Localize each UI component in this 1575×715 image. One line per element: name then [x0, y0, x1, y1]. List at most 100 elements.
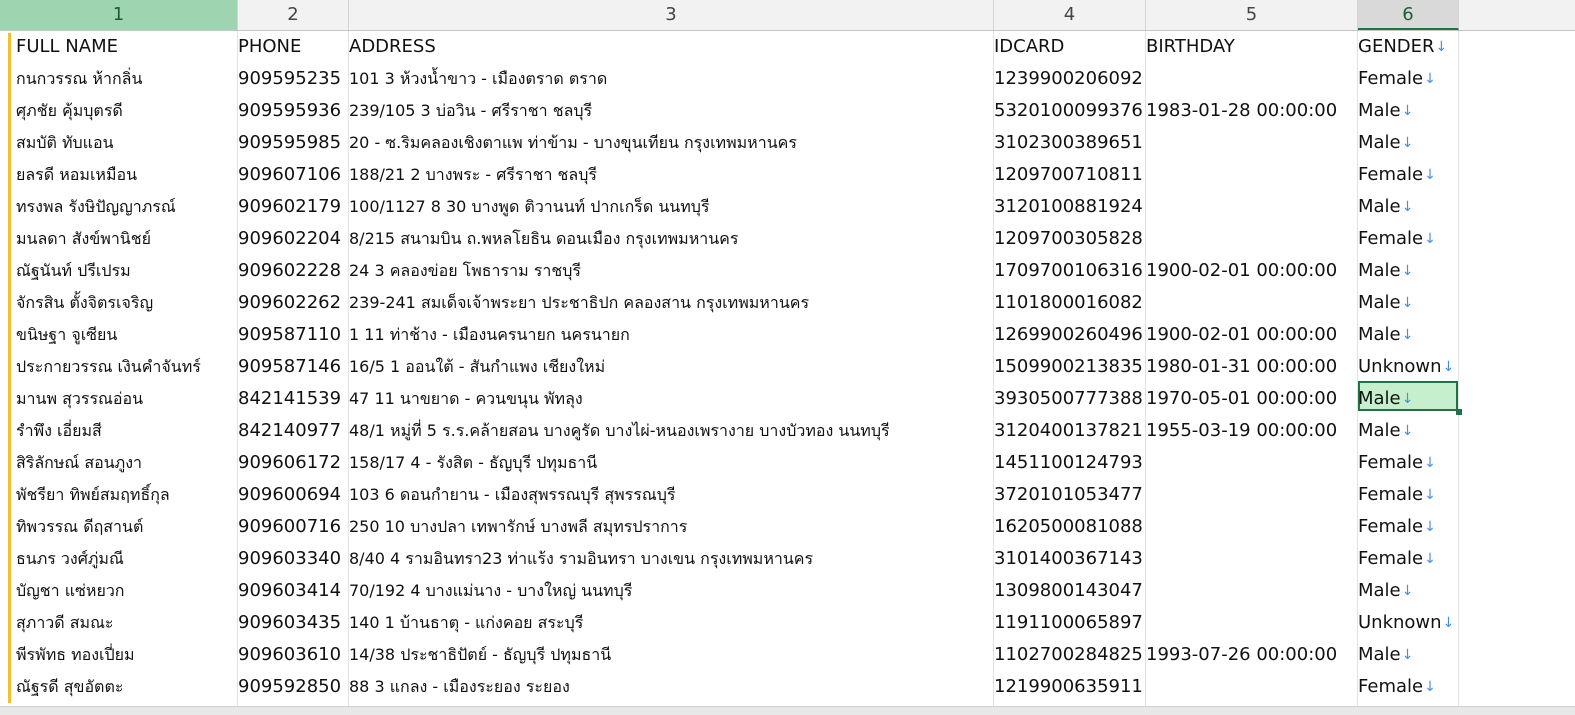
cell-idcard[interactable]: 1709700106316: [990, 255, 1143, 287]
cell-address[interactable]: 48/1 หมู่ที่ 5 ร.ร.คล้ายสอน บางคูรัด บาง…: [345, 415, 890, 447]
down-arrow-icon[interactable]: ↓: [1424, 71, 1436, 87]
cell-phone[interactable]: 909602228: [234, 255, 341, 287]
cell-full-name[interactable]: กนกวรรณ ห้ากลิ่น: [12, 63, 142, 95]
cell-address[interactable]: 70/192 4 บางแม่นาง - บางใหญ่ นนทบุรี: [345, 575, 632, 607]
cell-idcard[interactable]: 3120100881924: [990, 191, 1143, 223]
cell-phone[interactable]: 909603340: [234, 543, 341, 575]
cell-phone[interactable]: 909602204: [234, 223, 341, 255]
cell-phone[interactable]: 909600694: [234, 479, 341, 511]
cell-gender[interactable]: Male↓: [1354, 127, 1460, 159]
cell-phone[interactable]: 909587146: [234, 351, 341, 383]
cell-birthday[interactable]: [1142, 511, 1146, 543]
cell-birthday[interactable]: [1142, 287, 1146, 319]
cell-full-name[interactable]: ศุภชัย คุ้มบุตรดี: [12, 95, 123, 127]
down-arrow-icon[interactable]: ↓: [1424, 455, 1436, 471]
cell-address[interactable]: 101 3 ห้วงน้ำขาว - เมืองตราด ตราด: [345, 63, 607, 95]
cell-address[interactable]: 103 6 ดอนกำยาน - เมืองสุพรรณบุรี สุพรรณบ…: [345, 479, 675, 511]
cell-gender[interactable]: Female↓: [1354, 543, 1460, 575]
header-phone[interactable]: PHONE: [234, 31, 301, 63]
cell-gender[interactable]: Female↓: [1354, 479, 1460, 511]
cell-phone[interactable]: 909587110: [234, 319, 341, 351]
cell-full-name[interactable]: พีรพัทธ ทองเปี่ยม: [12, 639, 135, 671]
cell-gender[interactable]: Unknown↓: [1354, 351, 1460, 383]
cell-address[interactable]: 188/21 2 บางพระ - ศรีราชา ชลบุรี: [345, 159, 597, 191]
down-arrow-icon[interactable]: ↓: [1424, 167, 1436, 183]
cell-gender[interactable]: Male↓: [1354, 95, 1460, 127]
cell-birthday[interactable]: [1142, 159, 1146, 191]
cell-birthday[interactable]: [1142, 447, 1146, 479]
down-arrow-icon[interactable]: ↓: [1402, 391, 1414, 407]
down-arrow-icon[interactable]: ↓: [1402, 327, 1414, 343]
cell-gender[interactable]: Female↓: [1354, 671, 1460, 703]
cell-idcard[interactable]: 3101400367143: [990, 543, 1143, 575]
cell-full-name[interactable]: ทรงพล รังษิปัญญาภรณ์: [12, 191, 176, 223]
down-arrow-icon[interactable]: ↓: [1424, 487, 1436, 503]
cell-birthday[interactable]: 1900-02-01 00:00:00: [1142, 319, 1337, 351]
cell-phone[interactable]: 909592850: [234, 671, 341, 703]
cell-idcard[interactable]: 1509900213835: [990, 351, 1143, 383]
cell-full-name[interactable]: ณัฐนันท์ ปรีเปรม: [12, 255, 131, 287]
cell-phone[interactable]: 909595235: [234, 63, 341, 95]
header-birthday[interactable]: BIRTHDAY: [1142, 31, 1235, 63]
cell-full-name[interactable]: มนลดา สังข์พานิชย์: [12, 223, 151, 255]
down-arrow-icon[interactable]: ↓: [1402, 423, 1414, 439]
cell-address[interactable]: 140 1 บ้านธาตุ - แก่งคอย สระบุรี: [345, 607, 583, 639]
cell-gender[interactable]: Male↓: [1354, 319, 1460, 351]
cell-idcard[interactable]: 3720101053477: [990, 479, 1143, 511]
cell-address[interactable]: 14/38 ประชาธิปัตย์ - ธัญบุรี ปทุมธานี: [345, 639, 611, 671]
cell-phone[interactable]: 909595985: [234, 127, 341, 159]
cell-gender[interactable]: Male↓: [1354, 415, 1460, 447]
cell-phone[interactable]: 909603610: [234, 639, 341, 671]
cell-full-name[interactable]: ขนิษฐา จูเซียน: [12, 319, 117, 351]
cell-gender[interactable]: Male↓: [1354, 287, 1460, 319]
cell-full-name[interactable]: มานพ สุวรรณอ่อน: [12, 383, 143, 415]
cell-full-name[interactable]: ณัฐรดี สุขอัตตะ: [12, 671, 123, 703]
cell-phone[interactable]: 909602262: [234, 287, 341, 319]
down-arrow-icon[interactable]: ↓: [1402, 263, 1414, 279]
cell-idcard[interactable]: 1451100124793: [990, 447, 1143, 479]
cell-phone[interactable]: 909603435: [234, 607, 341, 639]
cell-gender[interactable]: Male↓: [1354, 255, 1460, 287]
column-header-4[interactable]: 4: [994, 0, 1146, 30]
down-arrow-icon[interactable]: ↓: [1402, 295, 1414, 311]
cell-birthday[interactable]: [1142, 671, 1146, 703]
down-arrow-icon[interactable]: ↓: [1424, 551, 1436, 567]
header-address[interactable]: ADDRESS: [345, 31, 436, 63]
cell-phone[interactable]: 909607106: [234, 159, 341, 191]
cell-address[interactable]: 88 3 แกลง - เมืองระยอง ระยอง: [345, 671, 570, 703]
cell-gender[interactable]: Male↓: [1354, 575, 1460, 607]
cell-birthday[interactable]: [1142, 543, 1146, 575]
cell-gender[interactable]: Female↓: [1354, 159, 1460, 191]
cell-idcard[interactable]: 1239900206092: [990, 63, 1143, 95]
cell-full-name[interactable]: ยลรดี หอมเหมือน: [12, 159, 137, 191]
cell-idcard[interactable]: 1219900635911: [990, 671, 1143, 703]
cell-idcard[interactable]: 1309800143047: [990, 575, 1143, 607]
cell-idcard[interactable]: 3102300389651: [990, 127, 1143, 159]
cell-phone[interactable]: 909603414: [234, 575, 341, 607]
cell-idcard[interactable]: 1269900260496: [990, 319, 1143, 351]
cell-phone[interactable]: 909595936: [234, 95, 341, 127]
column-header-6[interactable]: 6: [1358, 0, 1459, 30]
cell-gender[interactable]: Female↓: [1354, 63, 1460, 95]
cell-address[interactable]: 24 3 คลองข่อย โพธาราม ราชบุรี: [345, 255, 581, 287]
cell-address[interactable]: 158/17 4 - รังสิต - ธัญบุรี ปทุมธานี: [345, 447, 597, 479]
cell-address[interactable]: 8/40 4 รามอินทรา23 ท่าแร้ง รามอินทรา บาง…: [345, 543, 813, 575]
cell-full-name[interactable]: ประกายวรรณ เงินคำจันทร์: [12, 351, 201, 383]
cell-idcard[interactable]: 1620500081088: [990, 511, 1143, 543]
down-arrow-icon[interactable]: ↓: [1443, 359, 1455, 375]
cell-full-name[interactable]: พัชรียา ทิพย์สมฤทธิ์กุล: [12, 479, 170, 511]
header-idcard[interactable]: IDCARD: [990, 31, 1064, 63]
cell-idcard[interactable]: 1209700305828: [990, 223, 1143, 255]
down-arrow-icon[interactable]: ↓: [1402, 647, 1414, 663]
cell-address[interactable]: 8/215 สนามบิน ถ.พหลโยธิน ดอนเมือง กรุงเท…: [345, 223, 738, 255]
cell-birthday[interactable]: 1900-02-01 00:00:00: [1142, 255, 1337, 287]
cell-gender[interactable]: Female↓: [1354, 447, 1460, 479]
cell-phone[interactable]: 909606172: [234, 447, 341, 479]
column-header-1[interactable]: 1: [0, 0, 238, 30]
cell-phone[interactable]: 909602179: [234, 191, 341, 223]
cell-birthday[interactable]: [1142, 479, 1146, 511]
cell-idcard[interactable]: 1191100065897: [990, 607, 1143, 639]
cell-gender[interactable]: Male↓: [1354, 191, 1460, 223]
cell-birthday[interactable]: [1142, 223, 1146, 255]
down-arrow-icon[interactable]: ↓: [1402, 583, 1414, 599]
